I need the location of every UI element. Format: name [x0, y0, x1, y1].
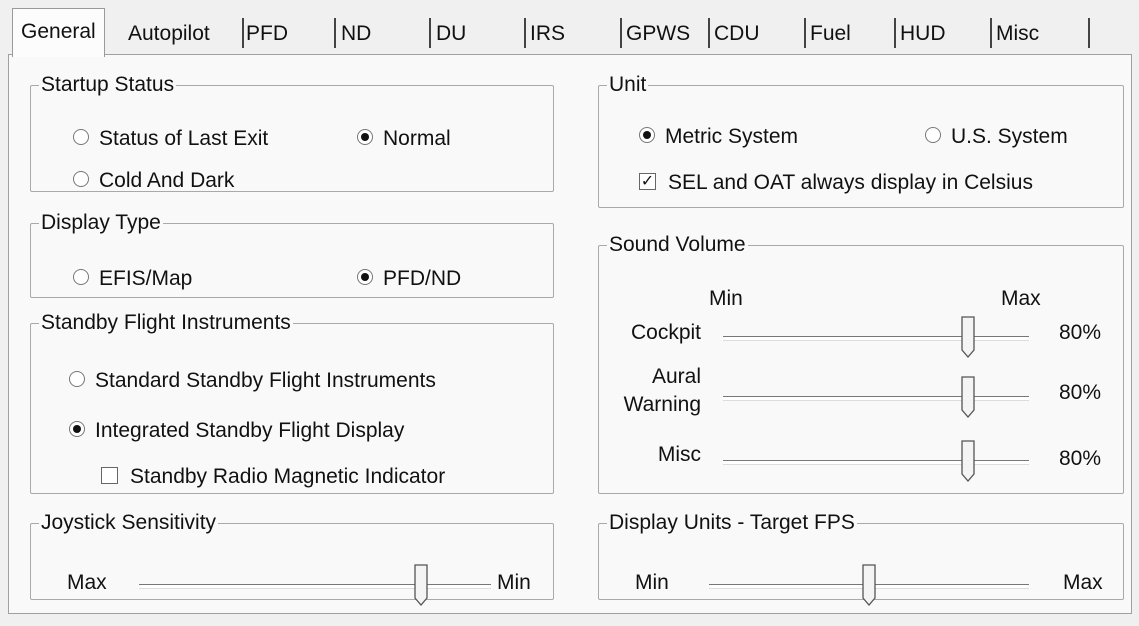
radio-efis-map[interactable]: EFIS/Map [73, 266, 192, 292]
slider-thumb[interactable] [961, 316, 975, 358]
standby-instruments-group: Standby Flight Instruments Standard Stan… [30, 312, 554, 494]
sound-volume-legend: Sound Volume [609, 233, 746, 256]
radio-label: Metric System [665, 125, 799, 148]
tab-cdu[interactable]: CDU [704, 14, 806, 54]
tab-general[interactable]: General [12, 8, 105, 57]
radio-normal[interactable]: Normal [357, 126, 451, 152]
radio-status-last-exit[interactable]: Status of Last Exit [73, 126, 268, 152]
slider-thumb[interactable] [862, 564, 876, 606]
misc-volume-value: 80% [1059, 447, 1102, 470]
startup-status-group: Startup Status Status of Last Exit Norma… [30, 74, 554, 192]
slider-thumb[interactable] [413, 564, 428, 606]
standby-instruments-legend: Standby Flight Instruments [41, 311, 291, 334]
radio-indicator [73, 171, 89, 188]
checkbox-celsius[interactable]: ✓ SEL and OAT always display in Celsius [639, 170, 1033, 196]
tab-hud[interactable]: HUD [890, 14, 992, 54]
radio-label: Standard Standby Flight Instruments [95, 369, 436, 392]
tab-label: PFD [246, 22, 288, 45]
checkbox-indicator: ✓ [639, 172, 656, 190]
sound-max-label: Max [1001, 287, 1041, 310]
slider-track [723, 336, 1029, 341]
target-fps-legend: Display Units - Target FPS [609, 511, 855, 534]
tab-label: Fuel [810, 22, 851, 45]
slider-track [723, 460, 1029, 465]
joystick-sensitivity-legend: Joystick Sensitivity [41, 511, 217, 534]
radio-label: Status of Last Exit [99, 127, 269, 150]
checkbox-label: SEL and OAT always display in Celsius [668, 171, 1033, 194]
tab-gpws[interactable]: GPWS [616, 14, 710, 54]
tab-label: CDU [714, 22, 760, 45]
slider-thumb[interactable] [961, 376, 975, 418]
checkbox-standby-rmi[interactable]: Standby Radio Magnetic Indicator [101, 464, 445, 490]
unit-group: Unit Metric System U.S. System ✓ SEL and … [598, 74, 1124, 208]
tab-label: Misc [996, 22, 1040, 45]
cockpit-volume-value: 80% [1059, 321, 1102, 344]
radio-label: Normal [383, 127, 451, 150]
tab-irs[interactable]: IRS [520, 14, 622, 54]
display-type-group: Display Type EFIS/Map PFD/ND [30, 212, 554, 298]
radio-indicator [69, 421, 85, 438]
radio-label: PFD/ND [383, 267, 462, 290]
cockpit-label: Cockpit [630, 321, 701, 344]
tab-strip: General Autopilot PFD ND DU IRS GPWS CDU… [8, 8, 1132, 57]
fps-max-label: Max [1063, 571, 1103, 594]
tab-du[interactable]: DU [426, 14, 526, 54]
tab-autopilot[interactable]: Autopilot [118, 14, 244, 54]
radio-indicator [73, 269, 89, 286]
startup-status-legend: Startup Status [41, 73, 175, 96]
radio-label: Integrated Standby Flight Display [95, 419, 405, 442]
radio-indicator [639, 127, 655, 144]
radio-indicator [357, 269, 373, 286]
radio-indicator [357, 129, 373, 146]
slider-track [723, 396, 1029, 401]
target-fps-group: Display Units - Target FPS Min Max [598, 511, 1124, 606]
checkbox-label: Standby Radio Magnetic Indicator [130, 465, 446, 488]
tab-nd[interactable]: ND [331, 14, 431, 54]
radio-indicator [925, 127, 941, 144]
radio-us-system[interactable]: U.S. System [925, 124, 1068, 150]
radio-standard-standby[interactable]: Standard Standby Flight Instruments [69, 368, 436, 394]
slider-thumb[interactable] [961, 440, 975, 482]
radio-label: Cold And Dark [99, 169, 235, 192]
aural-warning-label-2: Warning [623, 393, 701, 416]
tab-label: HUD [900, 22, 946, 45]
tab-label: Autopilot [128, 22, 210, 45]
joystick-min-label: Min [497, 571, 531, 594]
fps-min-label: Min [635, 571, 669, 594]
checkbox-indicator [101, 466, 118, 484]
tab-label: GPWS [626, 22, 691, 45]
sound-min-label: Min [709, 287, 743, 310]
sound-volume-group: Sound Volume Min Max Cockpit 80% Aural W… [598, 234, 1124, 494]
unit-legend: Unit [609, 73, 647, 96]
tab-fuel[interactable]: Fuel [800, 14, 896, 54]
display-type-legend: Display Type [41, 211, 161, 234]
radio-label: U.S. System [951, 125, 1068, 148]
joystick-max-label: Max [67, 571, 107, 594]
aural-warning-label-1: Aural [651, 365, 701, 388]
radio-indicator [69, 371, 85, 388]
aural-warning-volume-value: 80% [1059, 381, 1102, 404]
radio-metric-system[interactable]: Metric System [639, 124, 798, 150]
tab-label: IRS [530, 22, 566, 45]
radio-indicator [73, 129, 89, 146]
tab-misc[interactable]: Misc [986, 14, 1090, 54]
tab-label: DU [436, 22, 467, 45]
radio-cold-and-dark[interactable]: Cold And Dark [73, 168, 234, 194]
tab-label: ND [341, 22, 372, 45]
radio-integrated-standby[interactable]: Integrated Standby Flight Display [69, 418, 404, 444]
joystick-sensitivity-group: Joystick Sensitivity Max Min [30, 511, 554, 606]
slider-track [139, 584, 491, 589]
tab-pfd[interactable]: PFD [236, 14, 336, 54]
radio-label: EFIS/Map [99, 267, 193, 290]
misc-label: Misc [657, 443, 701, 466]
tab-label: General [21, 20, 96, 43]
radio-pfd-nd[interactable]: PFD/ND [357, 266, 461, 292]
